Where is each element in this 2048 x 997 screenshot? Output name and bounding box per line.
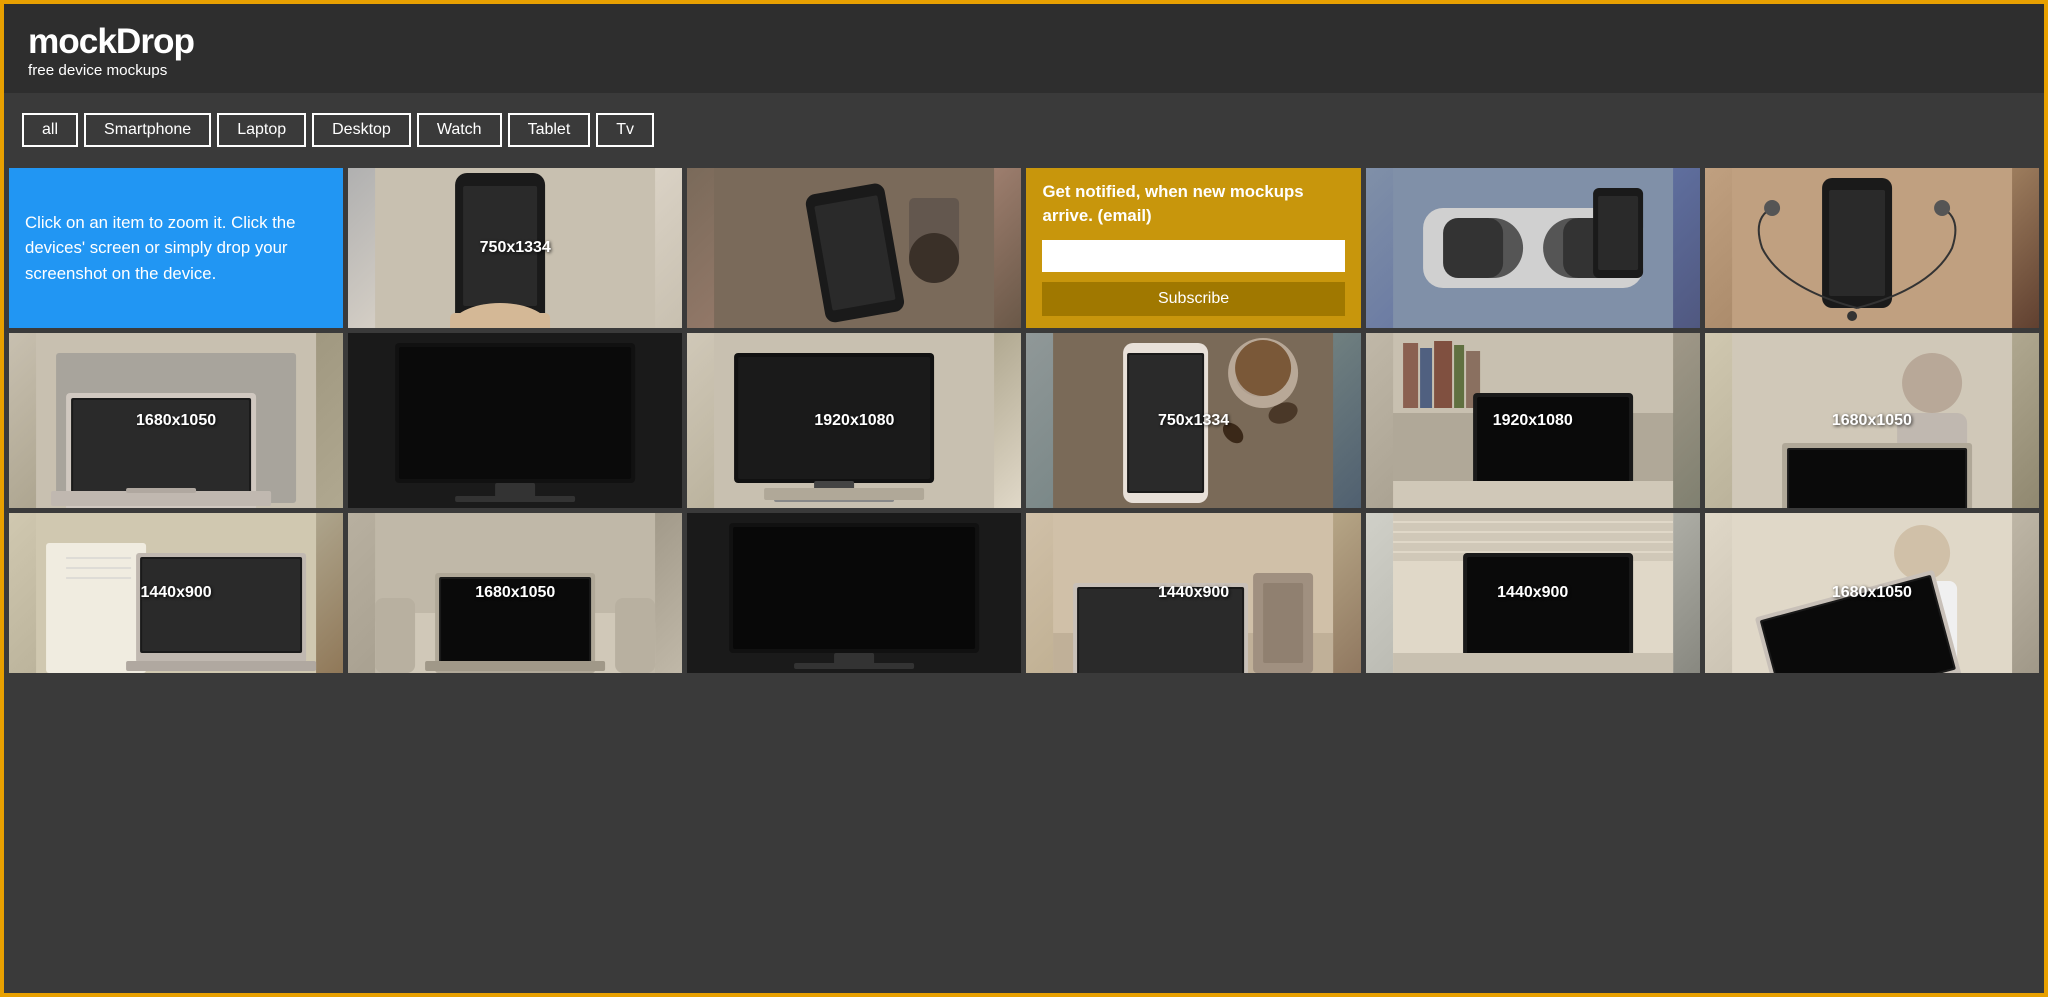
mockup-laptop-desk-2[interactable]: 1440x900	[1026, 513, 1360, 673]
laptop1-size-label: 1680x1050	[136, 412, 216, 430]
mockup-grid: Click on an item to zoom it. Click the d…	[4, 163, 2044, 678]
filter-smartphone[interactable]: Smartphone	[84, 113, 211, 147]
page-header: mockDrop free device mockups	[4, 4, 2044, 93]
mockup-monitor-office[interactable]: 1440x900	[1366, 513, 1700, 673]
mockup-phone-earbuds[interactable]	[1705, 168, 2039, 328]
mockup-phone-desk[interactable]	[687, 168, 1021, 328]
mockup-monitor-bookshelf[interactable]: 1920x1080	[1366, 333, 1700, 508]
mockup-monitor-dark-1[interactable]: 1920x1080	[348, 333, 682, 508]
person-laptop-label: 1680x1050	[1832, 412, 1912, 430]
site-subtitle: free device mockups	[28, 62, 2020, 79]
info-text: Click on an item to zoom it. Click the d…	[25, 210, 327, 286]
subscribe-title: Get notified, when new mockups arrive. (…	[1042, 180, 1344, 227]
mockup-person-laptop-2[interactable]: 1680x1050	[1705, 513, 2039, 673]
laptop-desk2-label: 1440x900	[1158, 584, 1229, 602]
phone-coffee-label: 750x1334	[1158, 412, 1229, 430]
laptop-couch-label: 1680x1050	[475, 584, 555, 602]
person-laptop2-label: 1680x1050	[1832, 584, 1912, 602]
mockup-laptop-2[interactable]: 1440x900	[9, 513, 343, 673]
mockup-laptop-couch[interactable]: 1680x1050	[348, 513, 682, 673]
mockup-phone-coffee[interactable]: 750x1334	[1026, 333, 1360, 508]
filter-bar: all Smartphone Laptop Desktop Watch Tabl…	[4, 93, 2044, 163]
mockup-phone-hand[interactable]: 750x1334	[348, 168, 682, 328]
laptop2-size-label: 1440x900	[140, 584, 211, 602]
filter-watch[interactable]: Watch	[417, 113, 502, 147]
filter-all[interactable]: all	[22, 113, 78, 147]
mockup-phone-vr[interactable]	[1366, 168, 1700, 328]
filter-laptop[interactable]: Laptop	[217, 113, 306, 147]
info-box: Click on an item to zoom it. Click the d…	[9, 168, 343, 328]
mockup-monitor-desk-1[interactable]: 1920x1080	[687, 333, 1021, 508]
phone-size-label: 750x1334	[480, 239, 551, 257]
subscribe-box: Get notified, when new mockups arrive. (…	[1026, 168, 1360, 328]
monitor2-size-label: 1920x1080	[814, 412, 894, 430]
mockup-laptop-1[interactable]: 1680x1050	[9, 333, 343, 508]
site-title: mockDrop	[28, 22, 2020, 62]
email-input[interactable]	[1042, 240, 1344, 272]
filter-tv[interactable]: Tv	[596, 113, 654, 147]
subscribe-button[interactable]: Subscribe	[1042, 282, 1344, 316]
mockup-monitor-dark-2[interactable]: 1920x1080	[687, 513, 1021, 673]
filter-tablet[interactable]: Tablet	[508, 113, 591, 147]
filter-desktop[interactable]: Desktop	[312, 113, 411, 147]
monitor-bookshelf-label: 1920x1080	[1493, 412, 1573, 430]
mockup-person-laptop[interactable]: 1680x1050	[1705, 333, 2039, 508]
monitor-office-label: 1440x900	[1497, 584, 1568, 602]
